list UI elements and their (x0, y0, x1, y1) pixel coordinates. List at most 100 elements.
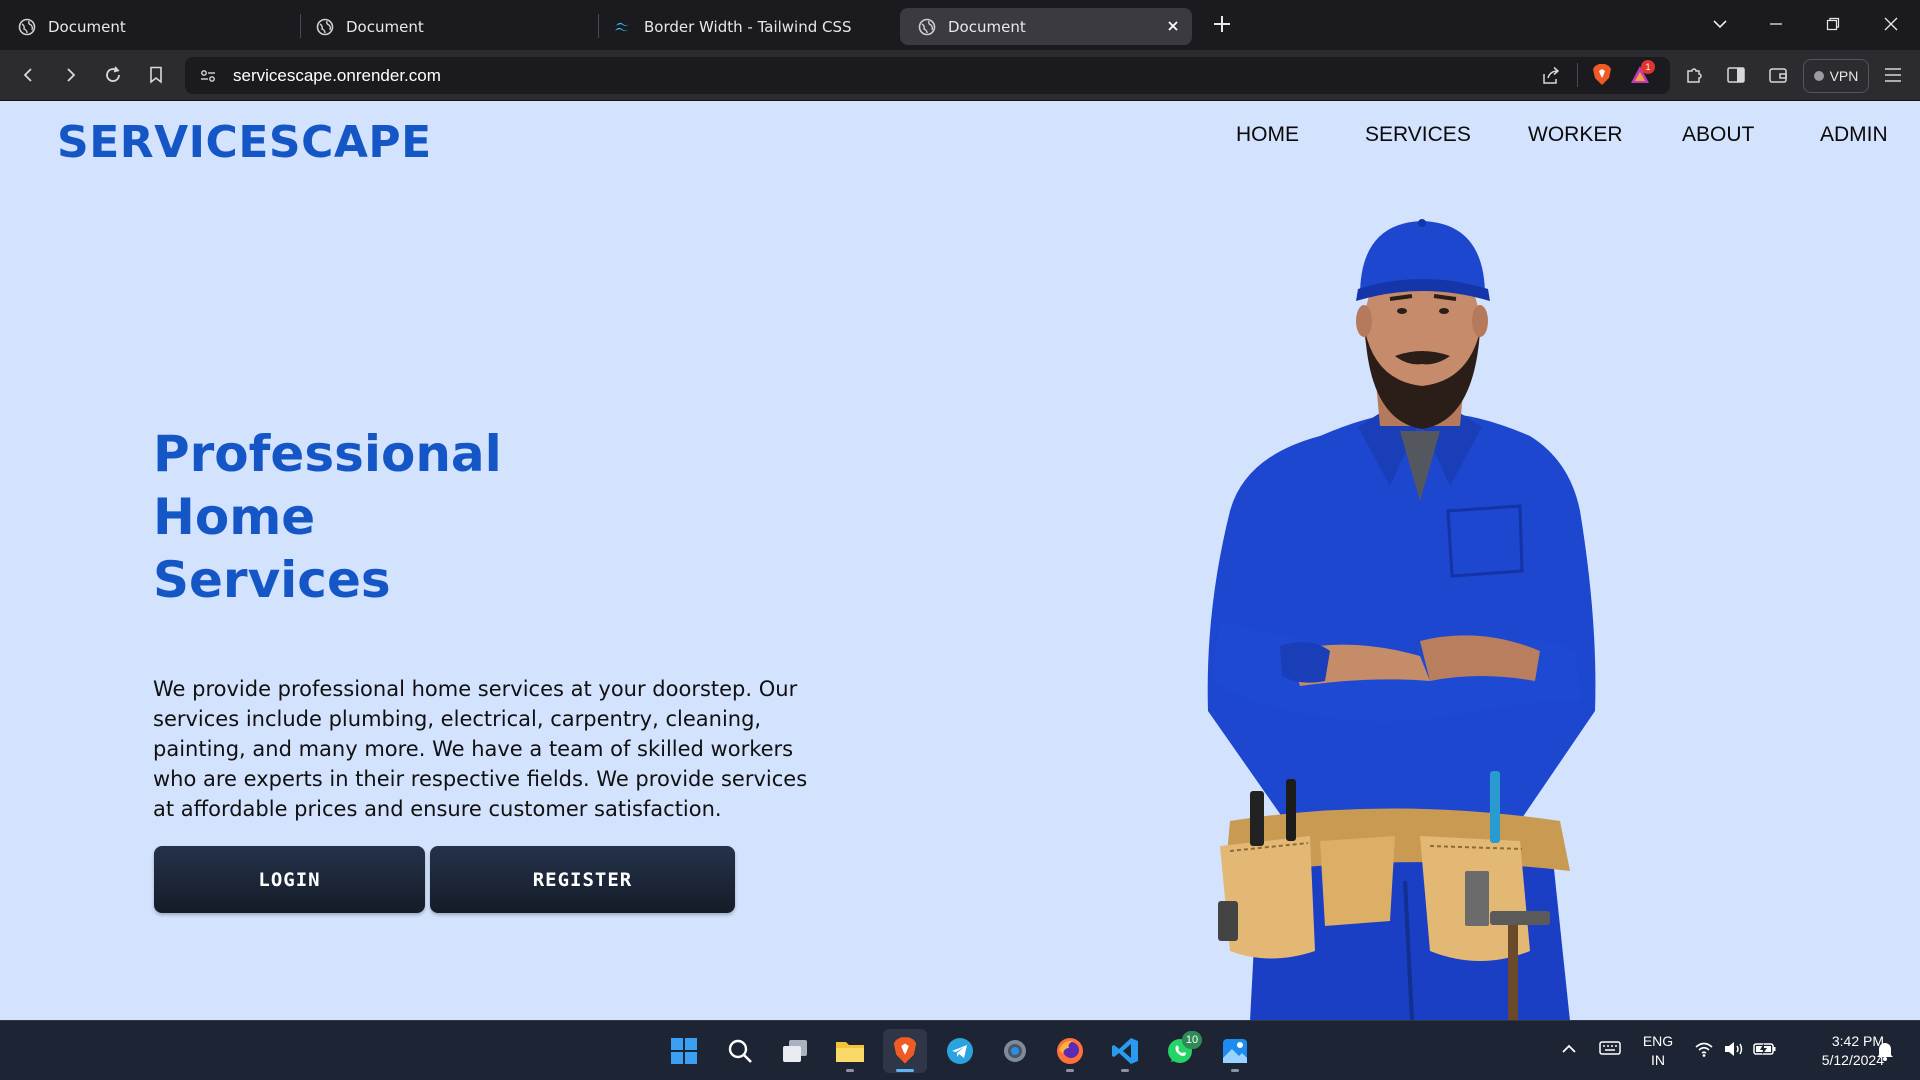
nav-admin[interactable]: ADMIN (1820, 123, 1888, 147)
rewards-badge: 1 (1641, 60, 1655, 74)
nav-about[interactable]: ABOUT (1682, 123, 1754, 147)
language-code: ENG (1642, 1033, 1674, 1049)
taskbar-settings[interactable] (993, 1029, 1037, 1073)
tab-document-1[interactable]: Document (0, 8, 295, 45)
show-hidden-icons-button[interactable] (1561, 1041, 1577, 1061)
toolbar-divider (1577, 63, 1578, 87)
vpn-button[interactable]: VPN (1803, 59, 1869, 93)
back-button[interactable] (17, 63, 41, 87)
task-view-button[interactable] (773, 1029, 817, 1073)
brave-shields-icon[interactable] (1591, 63, 1613, 91)
photos-icon (1223, 1039, 1247, 1063)
url-text: servicescape.onrender.com (233, 66, 441, 85)
taskbar-search[interactable] (718, 1029, 762, 1073)
task-view-icon (783, 1040, 807, 1062)
tab-document-active[interactable]: Document (900, 8, 1192, 45)
arrow-right-icon (67, 68, 76, 82)
worker-illustration (1207, 219, 1596, 1020)
language-indicator[interactable]: ENG IN (1640, 1032, 1676, 1070)
gear-icon (1004, 1040, 1026, 1062)
taskbar-photos[interactable] (1213, 1029, 1257, 1073)
brave-rewards-icon[interactable]: 1 (1629, 60, 1655, 90)
nav-worker[interactable]: WORKER (1528, 123, 1623, 147)
bookmark-button[interactable] (144, 63, 168, 87)
tab-title: Border Width - Tailwind CSS (644, 17, 852, 36)
arrow-left-icon (23, 68, 32, 82)
bookmark-icon (150, 66, 162, 84)
address-bar[interactable]: servicescape.onrender.com 1 (185, 57, 1670, 94)
start-button[interactable] (662, 1029, 706, 1073)
wifi-icon[interactable] (1694, 1040, 1714, 1062)
tab-tailwind[interactable]: Border Width - Tailwind CSS (596, 8, 894, 45)
wallet-button[interactable] (1766, 63, 1790, 87)
puzzle-icon (1687, 68, 1702, 83)
nav-services[interactable]: SERVICES (1365, 123, 1471, 147)
register-button[interactable]: REGISTER (430, 846, 735, 913)
hero-title-line: Services (153, 551, 391, 609)
region-code: IN (1651, 1052, 1665, 1068)
extensions-button[interactable] (1683, 63, 1707, 87)
tab-search-button[interactable] (1708, 12, 1732, 36)
nav-home[interactable]: HOME (1236, 123, 1299, 147)
taskbar-firefox[interactable] (1048, 1029, 1092, 1073)
running-indicator (1066, 1069, 1074, 1072)
globe-icon (918, 18, 936, 36)
taskbar-telegram[interactable] (938, 1029, 982, 1073)
plus-icon (1214, 16, 1230, 32)
chevron-down-icon (1713, 20, 1727, 29)
chevron-up-icon (1562, 1044, 1576, 1053)
brand-logo[interactable]: SERVICESCAPE (57, 117, 432, 168)
globe-icon (18, 18, 36, 36)
reload-button[interactable] (101, 63, 125, 87)
keyboard-icon[interactable] (1599, 1039, 1621, 1061)
sidebar-button[interactable] (1724, 63, 1748, 87)
menu-button[interactable] (1881, 63, 1905, 87)
vpn-label: VPN (1829, 68, 1859, 84)
running-indicator (1231, 1069, 1239, 1072)
notification-bell-icon[interactable] (1876, 1041, 1894, 1065)
taskbar: 10 ENG IN 3:42 PM 5/12/2024 (0, 1020, 1920, 1080)
reload-icon (106, 66, 120, 82)
running-indicator (896, 1069, 914, 1072)
hamburger-icon (1885, 68, 1901, 82)
clock-time: 3:42 PM (1831, 1033, 1884, 1049)
tab-document-2[interactable]: Document (298, 8, 593, 45)
tab-title: Document (948, 17, 1026, 36)
site-settings-icon[interactable] (199, 67, 217, 89)
restore-icon (1826, 17, 1840, 31)
taskbar-whatsapp[interactable]: 10 (1158, 1029, 1202, 1073)
minimize-icon (1770, 23, 1782, 25)
taskbar-file-explorer[interactable] (828, 1029, 872, 1073)
page-viewport: SERVICESCAPE HOME SERVICES WORKER ABOUT … (0, 101, 1920, 1020)
firefox-icon (1057, 1038, 1083, 1064)
hero-title-line: Professional (153, 425, 502, 483)
globe-icon (316, 18, 334, 36)
tab-title: Document (346, 17, 424, 36)
close-window-button[interactable] (1879, 12, 1903, 36)
tab-strip: Document Document Border Width - Tailwin… (0, 0, 1920, 50)
brave-icon (893, 1037, 917, 1064)
wallet-icon (1769, 68, 1787, 83)
hero-title-line: Home (153, 488, 316, 546)
clock-date: 5/12/2024 (1821, 1052, 1884, 1068)
vpn-status-icon (1813, 71, 1824, 81)
taskbar-brave[interactable] (883, 1029, 927, 1073)
restore-button[interactable] (1821, 12, 1845, 36)
login-button[interactable]: LOGIN (154, 846, 425, 913)
hero-title: Professional Home Services (153, 423, 502, 612)
battery-icon[interactable] (1753, 1040, 1777, 1062)
clock[interactable]: 3:42 PM 5/12/2024 (1788, 1032, 1884, 1070)
sidebar-icon (1727, 67, 1745, 83)
new-tab-button[interactable] (1210, 12, 1234, 36)
close-icon (1884, 17, 1898, 31)
browser-toolbar: servicescape.onrender.com 1 VPN (0, 50, 1920, 101)
volume-icon[interactable] (1723, 1040, 1745, 1062)
tab-close-icon[interactable] (1164, 17, 1182, 35)
forward-button[interactable] (58, 63, 82, 87)
running-indicator (1121, 1069, 1129, 1072)
minimize-button[interactable] (1764, 12, 1788, 36)
taskbar-vscode[interactable] (1103, 1029, 1147, 1073)
tab-title: Document (48, 17, 126, 36)
search-icon (728, 1039, 752, 1063)
share-icon[interactable] (1541, 66, 1561, 90)
